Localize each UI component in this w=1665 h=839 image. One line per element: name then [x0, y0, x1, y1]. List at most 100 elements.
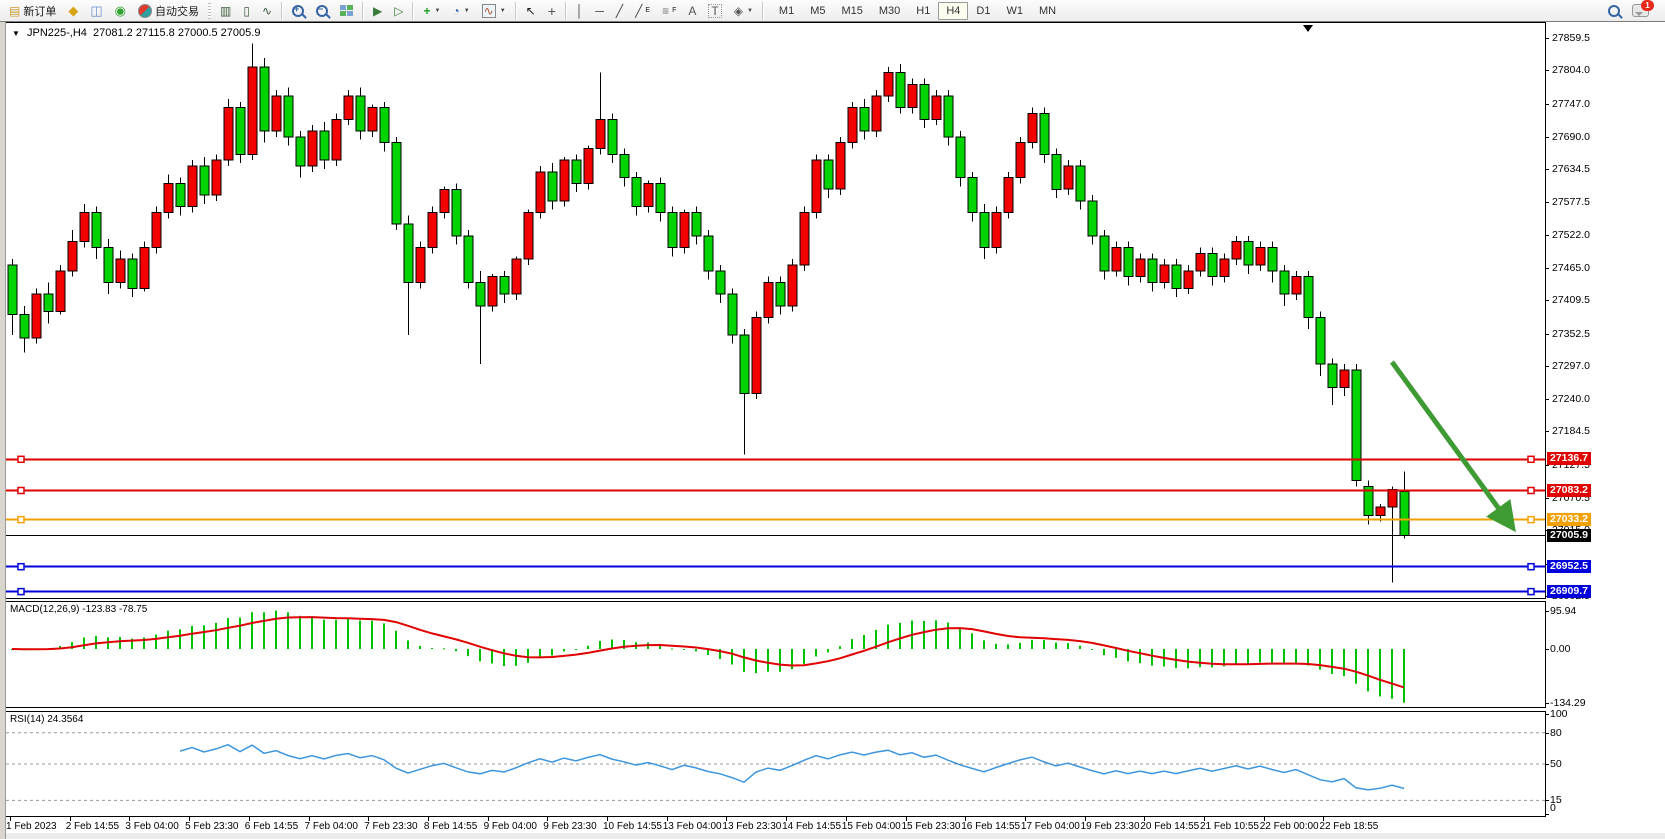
- zoom-in-button[interactable]: +: [286, 0, 310, 22]
- toolbar: ▤ 新订单 ◆ ◫ ◉ 自动交易 ▥ ▯ ∿ + −: [0, 0, 1665, 22]
- clock-icon: ◔: [452, 5, 459, 17]
- price-axis-tickmark: [1545, 334, 1549, 335]
- chart-shift-icon: ▷: [394, 5, 403, 17]
- timeframe-toolbar: M1M5M15M30H1H4D1W1MN: [771, 2, 1064, 20]
- timeframe-button-h4[interactable]: H4: [938, 2, 968, 20]
- zoom-out-button[interactable]: −: [310, 0, 334, 22]
- timeframe-button-m30[interactable]: M30: [871, 2, 908, 20]
- price-axis-tick-label: 27804.0: [1552, 64, 1590, 76]
- trendline-tool-button[interactable]: ╱: [610, 0, 629, 22]
- macd-axis-tickmark: [1545, 649, 1549, 650]
- new-order-icon: ▤: [9, 5, 20, 17]
- fibonacci-tool-button[interactable]: ≡F: [656, 0, 682, 22]
- time-axis-label: 3 Feb 04:00: [125, 821, 178, 832]
- rsi-axis-tick-label: 50: [1550, 758, 1562, 770]
- toolbar-separator: [762, 2, 764, 20]
- price-axis-tick-label: 27240.0: [1552, 393, 1590, 405]
- time-axis-label: 7 Feb 04:00: [305, 821, 358, 832]
- toolbar-separator: [565, 2, 567, 20]
- time-axis-label: 17 Feb 04:00: [1021, 821, 1080, 832]
- toolbar-separator: [281, 2, 283, 20]
- window-bottom-edge: [0, 833, 1665, 839]
- timeframe-button-d1[interactable]: D1: [968, 2, 998, 20]
- time-axis-label: 7 Feb 23:30: [364, 821, 417, 832]
- price-axis-tickmark: [1545, 235, 1549, 236]
- rsi-axis-tickmark: [1545, 733, 1549, 734]
- window-edge: [0, 22, 6, 839]
- main-chart-panel[interactable]: [5, 22, 1546, 599]
- price-axis-tick-label: 27859.5: [1552, 32, 1590, 44]
- timeframe-button-m15[interactable]: M15: [833, 2, 870, 20]
- text-tool-button[interactable]: A: [682, 0, 702, 22]
- price-axis-tick-label: 27184.5: [1552, 425, 1590, 437]
- channel-tool-button[interactable]: ╱E: [629, 0, 656, 22]
- chart-shift-button[interactable]: ▷: [388, 0, 409, 22]
- toolbar-separator: [412, 2, 414, 20]
- signals-button[interactable]: ◉: [109, 0, 132, 22]
- time-axis-label: 22 Feb 18:55: [1319, 821, 1378, 832]
- tile-windows-button[interactable]: [334, 0, 359, 22]
- price-line-label-resistance: 27083.2: [1547, 484, 1591, 497]
- macd-axis-tickmark: [1545, 703, 1549, 704]
- price-axis-tick-label: 27352.5: [1552, 328, 1590, 340]
- time-axis-label: 19 Feb 23:30: [1081, 821, 1140, 832]
- auto-scroll-button[interactable]: ▶: [367, 0, 388, 22]
- market-watch-icon: ◆: [68, 5, 78, 17]
- arrows-tool-button[interactable]: ◈ ▼: [728, 0, 759, 22]
- indicators-button[interactable]: ∿ ▼: [476, 0, 512, 22]
- chevron-down-icon: ▼: [500, 8, 506, 14]
- macd-axis-tick-label: -134.29: [1550, 697, 1586, 709]
- tile-windows-icon: [340, 5, 353, 16]
- autotrading-button[interactable]: 自动交易: [132, 0, 205, 22]
- new-order-button[interactable]: ▤ 新订单: [3, 0, 62, 22]
- price-line-label-support: 26909.7: [1547, 585, 1591, 598]
- timeframe-button-mn[interactable]: MN: [1031, 2, 1064, 20]
- timeframe-button-m1[interactable]: M1: [771, 2, 802, 20]
- rsi-axis-tick-label: 100: [1550, 708, 1568, 720]
- timeframe-button-h1[interactable]: H1: [908, 2, 938, 20]
- price-axis-tickmark: [1545, 169, 1549, 170]
- price-axis-tickmark: [1545, 70, 1549, 71]
- crosshair-tool-button[interactable]: +: [542, 0, 562, 22]
- chart-title[interactable]: ▼ JPN225-,H4 27081.2 27115.8 27000.5 270…: [12, 27, 260, 39]
- timeframe-button-m5[interactable]: M5: [802, 2, 833, 20]
- search-button[interactable]: [1602, 0, 1626, 22]
- fibonacci-icon: ≡: [662, 5, 669, 17]
- market-watch-button[interactable]: ◆: [62, 0, 84, 22]
- new-chart-icon: +: [423, 5, 430, 17]
- zoom-out-icon: −: [316, 5, 328, 17]
- fibonacci-sub-label: F: [672, 7, 676, 14]
- time-axis-label: 21 Feb 10:55: [1200, 821, 1259, 832]
- bar-chart-button[interactable]: ▥: [214, 0, 237, 22]
- horizontal-line-icon: ─: [595, 5, 604, 17]
- periods-button[interactable]: ◔ ▼: [446, 0, 475, 22]
- chart-dropdown-icon[interactable]: ▼: [12, 29, 20, 38]
- autotrading-label: 自动交易: [155, 3, 199, 19]
- chevron-down-icon: ▼: [747, 8, 753, 14]
- auto-scroll-icon: ▶: [373, 5, 382, 17]
- label-tool-button[interactable]: T: [702, 0, 727, 22]
- price-axis-tickmark: [1545, 300, 1549, 301]
- time-axis-label: 22 Feb 00:00: [1260, 821, 1319, 832]
- timeframe-button-w1[interactable]: W1: [998, 2, 1031, 20]
- time-axis-label: 14 Feb 14:55: [782, 821, 841, 832]
- rsi-panel[interactable]: [5, 711, 1546, 817]
- time-axis-label: 16 Feb 14:55: [961, 821, 1020, 832]
- price-axis-tickmark: [1545, 366, 1549, 367]
- notifications-button[interactable]: 1: [1626, 0, 1655, 22]
- candlestick-chart-button[interactable]: ▯: [237, 0, 256, 22]
- toolbar-grip: [208, 3, 211, 19]
- macd-panel[interactable]: [5, 601, 1546, 708]
- rsi-axis-tick-label: 80: [1550, 727, 1562, 739]
- new-chart-button[interactable]: + ▼: [417, 0, 446, 22]
- cursor-tool-button[interactable]: ↖: [520, 0, 542, 22]
- strategy-tester-icon: ◫: [90, 5, 102, 17]
- cursor-icon: ↖: [526, 5, 536, 17]
- price-axis-tickmark: [1545, 268, 1549, 269]
- horizontal-line-tool-button[interactable]: ─: [589, 0, 610, 22]
- candlestick-chart-icon: ▯: [243, 5, 250, 17]
- strategy-tester-button[interactable]: ◫: [84, 0, 108, 22]
- line-chart-button[interactable]: ∿: [256, 0, 278, 22]
- price-axis-tick-label: 27297.0: [1552, 360, 1590, 372]
- vertical-line-tool-button[interactable]: │: [570, 0, 590, 22]
